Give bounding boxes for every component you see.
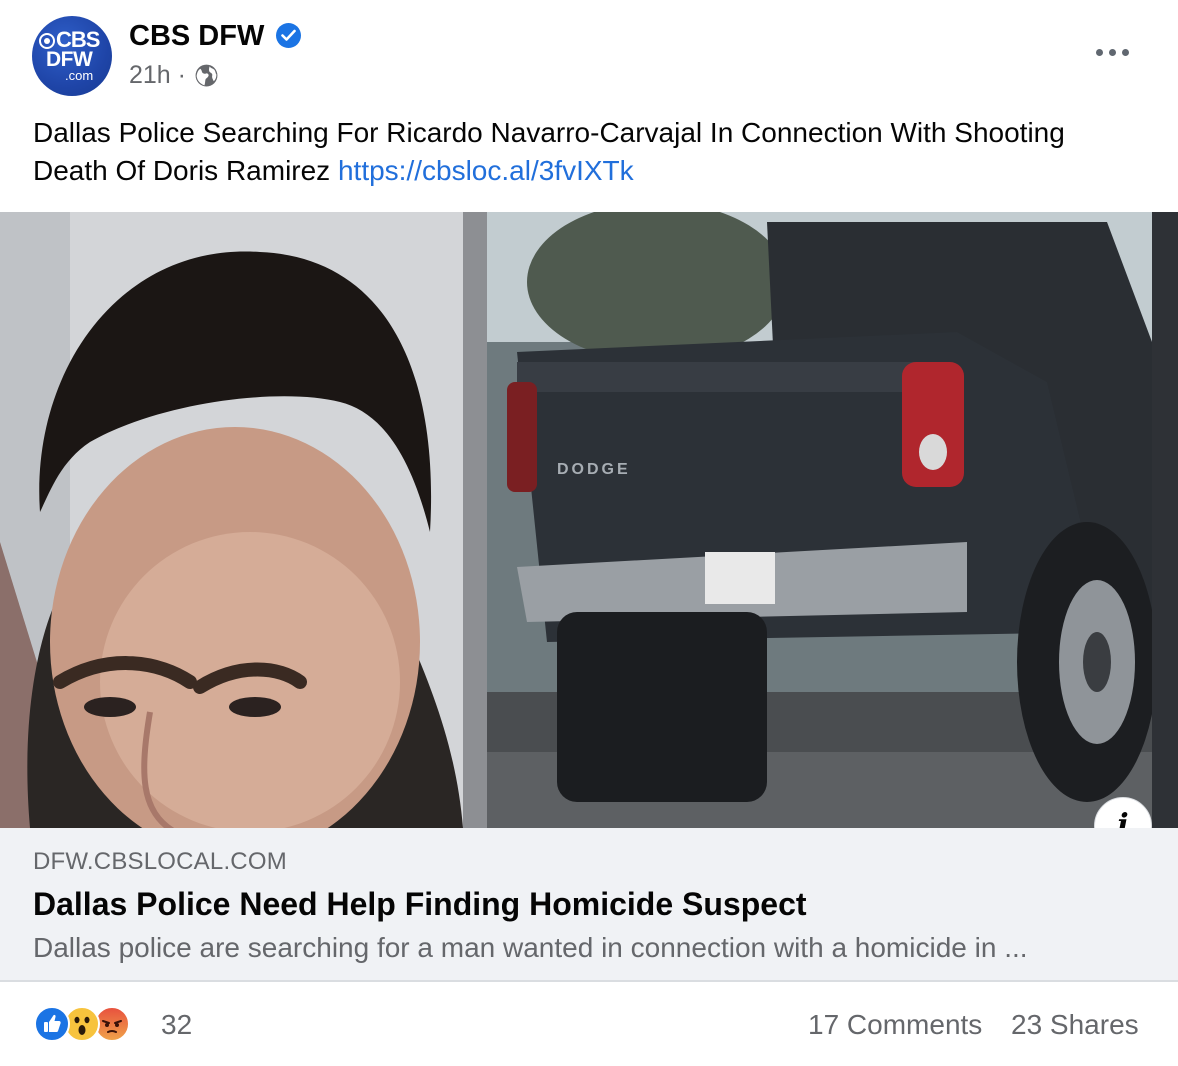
- globe-icon: [195, 64, 218, 87]
- link-domain: DFW.CBSLOCAL.COM: [33, 848, 287, 875]
- engagement-bar: 32 17 Comments 23 Shares: [0, 982, 1178, 1066]
- comments-count[interactable]: 17 Comments: [808, 1008, 982, 1042]
- link-preview-image[interactable]: DODGE: [0, 212, 1178, 828]
- more-options-icon[interactable]: [1090, 38, 1134, 66]
- meta-separator: ·: [177, 61, 186, 89]
- image-edge: [1152, 212, 1178, 828]
- post-message: Dallas Police Searching For Ricardo Nava…: [33, 114, 1143, 190]
- truck-photo: DODGE: [487, 212, 1152, 828]
- verified-badge-icon: [276, 23, 301, 48]
- shares-count[interactable]: 23 Shares: [1011, 1008, 1139, 1042]
- link-title[interactable]: Dallas Police Need Help Finding Homicide…: [33, 884, 807, 924]
- link-preview-card[interactable]: DFW.CBSLOCAL.COM Dallas Police Need Help…: [0, 828, 1178, 980]
- post-link[interactable]: https://cbsloc.al/3fvIXTk: [338, 155, 634, 186]
- page-name[interactable]: CBS DFW: [129, 20, 264, 52]
- post-timestamp[interactable]: 21h: [129, 61, 171, 89]
- suspect-photo: [0, 212, 463, 828]
- page-avatar[interactable]: CBS DFW .com: [32, 16, 112, 96]
- reaction-count[interactable]: 32: [161, 1008, 192, 1042]
- truck-badge: DODGE: [557, 461, 631, 478]
- image-divider: [463, 212, 487, 828]
- link-description: Dallas police are searching for a man wa…: [33, 932, 1028, 963]
- avatar-text-line3: .com: [65, 68, 94, 83]
- like-reaction-icon: [34, 1006, 70, 1042]
- post-meta: 21h ·: [129, 60, 186, 90]
- reaction-icons[interactable]: [34, 1006, 130, 1042]
- post-header: CBS DFW .com CBS DFW 21h ·: [0, 0, 1178, 110]
